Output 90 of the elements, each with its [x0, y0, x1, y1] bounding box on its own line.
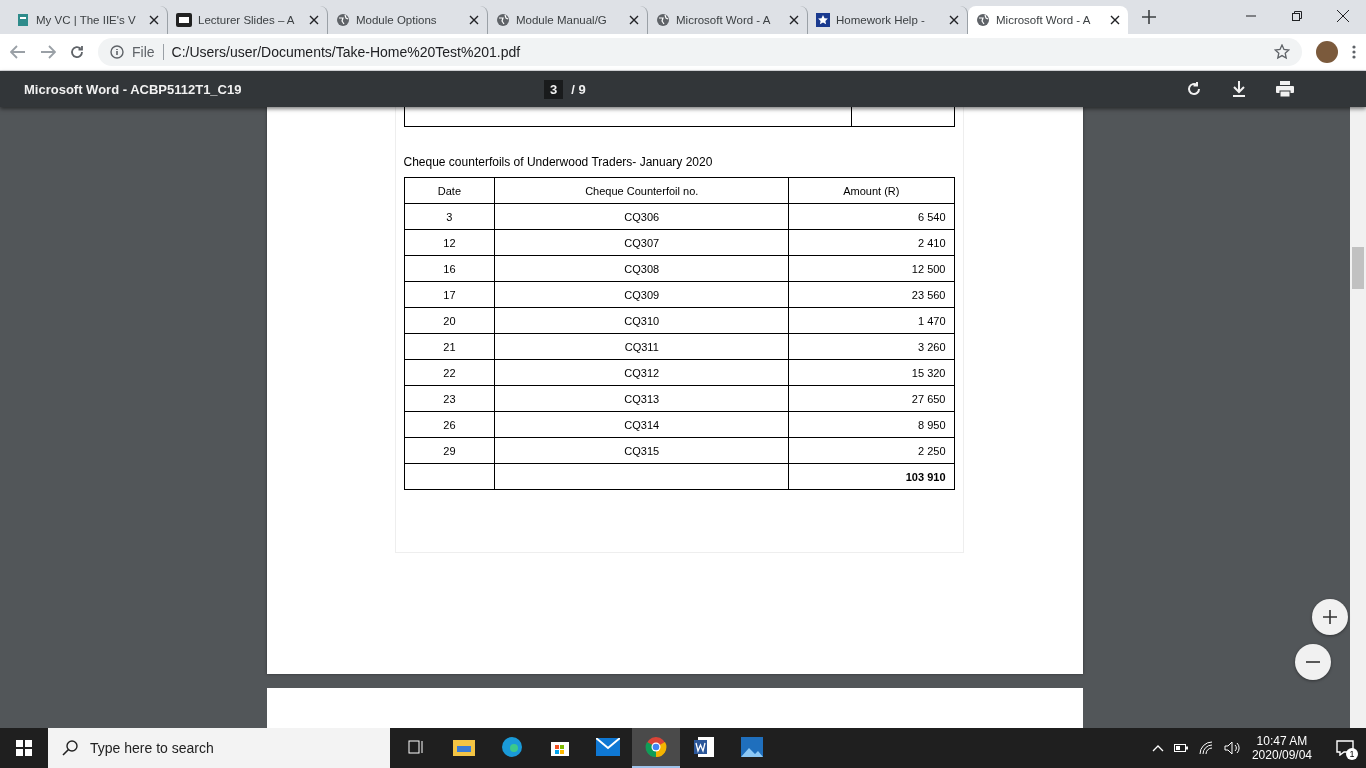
- scheme-label: File: [132, 44, 164, 60]
- page-total: / 9: [571, 81, 586, 97]
- reload-icon[interactable]: [70, 45, 84, 59]
- table-cell: 3 260: [788, 333, 954, 360]
- back-arrow-icon[interactable]: [10, 45, 26, 59]
- close-icon[interactable]: [469, 15, 479, 25]
- minus-icon: [1306, 661, 1320, 663]
- photo-icon: [741, 737, 763, 757]
- table-cell: 6 540: [788, 203, 954, 230]
- close-icon[interactable]: [789, 15, 799, 25]
- table-cell: 12 500: [788, 255, 954, 282]
- task-view-icon: [408, 739, 424, 755]
- close-icon[interactable]: [309, 15, 319, 25]
- table-cell: CQ306: [494, 203, 789, 230]
- message-icon: [1336, 740, 1354, 756]
- table-caption: Cheque counterfoils of Underwood Traders- January 2020: [403, 155, 714, 169]
- star-icon[interactable]: [1274, 44, 1290, 60]
- menu-icon[interactable]: [1352, 44, 1356, 60]
- table-cell: CQ312: [494, 359, 789, 386]
- print-icon[interactable]: [1276, 81, 1294, 97]
- zoom-out-button[interactable]: [1295, 644, 1331, 680]
- globe-icon: [656, 13, 670, 27]
- table-cell: 21: [404, 333, 495, 360]
- column-header: Amount (R): [788, 177, 954, 204]
- table-cell: 26: [404, 411, 495, 438]
- address-field[interactable]: File C:/Users/user/Documents/Take-Home%20Test%201.pdf: [98, 38, 1302, 66]
- info-icon: [110, 45, 124, 59]
- total-cell: 103 910: [788, 463, 954, 490]
- table-cell: 20: [404, 307, 495, 334]
- mail-icon: [596, 738, 620, 756]
- table-cell: CQ309: [494, 281, 789, 308]
- logo-icon: [176, 13, 192, 27]
- table-cell: CQ307: [494, 229, 789, 256]
- chevron-up-icon[interactable]: [1151, 744, 1164, 752]
- clock[interactable]: 10:47 AM 2020/09/04: [1251, 734, 1312, 762]
- table-cell: 29: [404, 437, 495, 464]
- table-cell: 15 320: [788, 359, 954, 386]
- browser-tab[interactable]: Microsoft Word - A: [968, 6, 1128, 34]
- table-cell: 1 470: [788, 307, 954, 334]
- forward-arrow-icon[interactable]: [40, 45, 56, 59]
- table-cell: CQ315: [494, 437, 789, 464]
- column-header: Date: [404, 177, 495, 204]
- globe-icon: [496, 13, 510, 27]
- close-icon[interactable]: [149, 15, 159, 25]
- table-cell: 2 410: [788, 229, 954, 256]
- document-title: Microsoft Word - ACBP5112T1_C19: [24, 81, 243, 97]
- search-field[interactable]: Type here to search: [48, 728, 390, 768]
- close-icon[interactable]: [629, 15, 639, 25]
- table-cell: CQ313: [494, 385, 789, 412]
- table-cell: CQ311: [494, 333, 789, 360]
- star-icon: [816, 13, 830, 27]
- battery-icon[interactable]: [1173, 743, 1188, 753]
- table-cell: 27 650: [788, 385, 954, 412]
- table-cell: 22: [404, 359, 495, 386]
- table-cell: CQ308: [494, 255, 789, 282]
- download-icon[interactable]: [1232, 81, 1246, 97]
- table-cell: 12: [404, 229, 495, 256]
- notification-count: 1: [1346, 748, 1358, 760]
- wifi-icon[interactable]: [1197, 741, 1214, 755]
- table-cell: CQ314: [494, 411, 789, 438]
- restore-icon[interactable]: [1292, 11, 1302, 21]
- zoom-in-button[interactable]: [1312, 599, 1348, 635]
- table-cell: 2 250: [788, 437, 954, 464]
- plus-icon[interactable]: [1142, 10, 1156, 24]
- chrome-icon: [645, 736, 667, 758]
- table-cell: 23: [404, 385, 495, 412]
- globe-icon: [976, 13, 990, 27]
- rotate-icon[interactable]: [1186, 81, 1202, 97]
- notification-button[interactable]: 1: [1336, 740, 1354, 756]
- word-icon: [693, 736, 715, 758]
- page-number-field[interactable]: 3: [544, 79, 564, 99]
- column-header: Cheque Counterfoil no.: [494, 177, 789, 204]
- avatar[interactable]: [1316, 41, 1338, 63]
- table-cell: 23 560: [788, 281, 954, 308]
- plus-icon: [1323, 610, 1337, 624]
- table-cell: 8 950: [788, 411, 954, 438]
- scrollbar-thumb[interactable]: [1352, 247, 1364, 289]
- url-text: C:/Users/user/Documents/Take-Home%20Test%201.pdf: [171, 44, 521, 60]
- close-icon[interactable]: [1337, 10, 1349, 22]
- speaker-icon[interactable]: [1223, 741, 1242, 755]
- search-icon: [62, 740, 78, 756]
- table-cell: 16: [404, 255, 495, 282]
- table-cell: CQ310: [494, 307, 789, 334]
- table-cell: 17: [404, 281, 495, 308]
- windows-icon[interactable]: [16, 740, 32, 756]
- close-icon[interactable]: [949, 15, 959, 25]
- folder-icon: [453, 738, 475, 756]
- table-cell: 3: [404, 203, 495, 230]
- close-icon[interactable]: [1110, 15, 1120, 25]
- globe-icon: [336, 13, 350, 27]
